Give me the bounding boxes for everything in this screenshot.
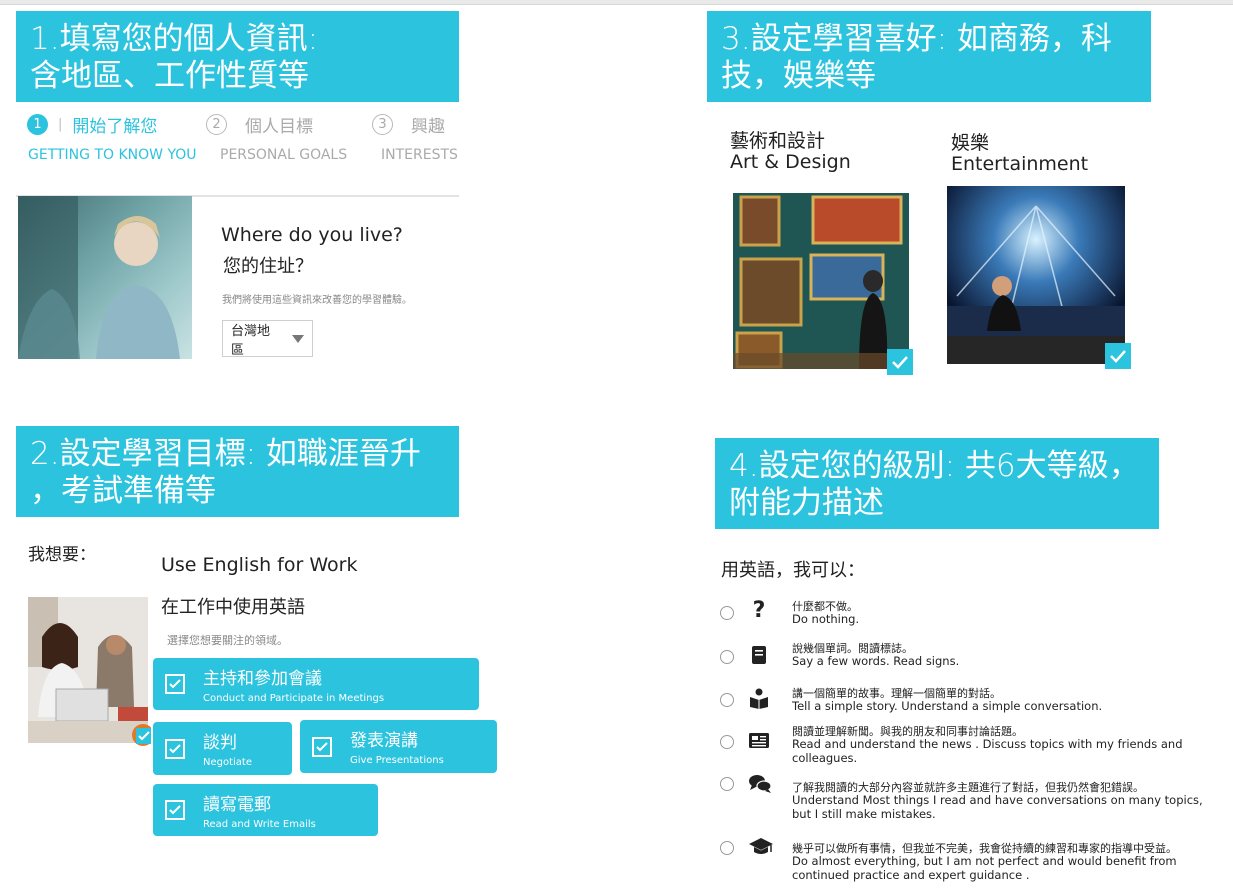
choose-note: 選擇您想要關注的領域。 [167,634,288,647]
level-6-en: Do almost everything, but I am not perfe… [792,854,1177,882]
tag-negotiate-en: Negotiate [203,757,252,768]
step-2-sub: PERSONAL GOALS [220,147,348,163]
level-option-6[interactable]: 幾乎可以做所有事情，但我並不完美，我會從持續的練習和專家的指導中受益。 Do a… [720,838,1220,888]
card-ent-zh: 娛樂 [951,132,990,154]
tag-presentations-en: Give Presentations [350,755,444,766]
level-3-en: Tell a simple story. Understand a simple… [792,699,1103,713]
panel1-banner: 1.填寫您的個人資訊: 含地區、工作性質等 [16,11,459,102]
tag-negotiate-zh: 談判 [203,733,237,753]
tag-emails[interactable]: 讀寫電郵 Read and Write Emails [151,782,380,838]
step-1-sub: GETTING TO KNOW YOU [28,147,197,163]
step-3-number: 3 [372,114,393,135]
level-1-en: Do nothing. [792,612,860,626]
level-intro: 用英語，我可以： [721,560,865,581]
question-icon: ? [752,598,766,623]
level-5-radio[interactable] [720,777,734,791]
question-zh: 您的住址？ [223,256,313,277]
tag-meetings[interactable]: 主持和參加會議 Conduct and Participate in Meeti… [151,656,481,712]
level-3-radio[interactable] [720,693,734,707]
level-2-radio[interactable] [720,650,734,664]
privacy-note: 我們將使用這些資訊來改善您的學習體驗。 [222,295,412,306]
region-select-value: 台灣地區 [231,323,271,358]
panel2-banner: 2.設定學習目標: 如職涯晉升 ，考試準備等 [16,426,459,517]
level-option-4[interactable]: 閱讀並理解新聞。與我的朋友和同事討論話題。 Read and understan… [720,723,1220,773]
art-design-card[interactable] [733,193,909,369]
entertainment-card-check-icon [1105,343,1131,369]
chat-icon [748,773,772,795]
goal-zh: 在工作中使用英語 [161,597,305,618]
work-photo [28,597,148,743]
tag-emails-zh: 讀寫電郵 [203,795,271,815]
step-divider: | [58,117,63,132]
meetings-checkbox-icon [165,674,185,694]
step-3-label: 興趣 [411,117,445,137]
photo-check-icon [136,728,152,744]
card-ent-en: Entertainment [951,153,1089,175]
panel4-banner: 4.設定您的級別: 共6大等級， 附能力描述 [715,438,1159,529]
tag-presentations[interactable]: 發表演講 Give Presentations [298,718,499,775]
level-2-en: Say a few words. Read signs. [792,654,960,668]
level-1-radio[interactable] [720,606,734,620]
panel3-banner: 3.設定學習喜好: 如商務，科 技，娛樂等 [707,11,1151,102]
reader-icon [748,687,770,709]
level-4-en: Read and understand the news . Discuss t… [792,737,1183,765]
profile-photo [18,196,192,359]
card-art-zh: 藝術和設計 [730,130,826,152]
newspaper-icon [748,730,770,752]
negotiate-checkbox-icon [165,738,185,759]
tag-emails-en: Read and Write Emails [203,819,316,830]
step-2-label: 個人目標 [245,117,313,137]
graduation-cap-icon [748,836,773,858]
tag-presentations-zh: 發表演講 [350,731,418,751]
tag-negotiate[interactable]: 談判 Negotiate [151,720,294,777]
step-1[interactable]: 1 | 開始了解您 [27,112,157,137]
art-card-check-icon [887,349,913,375]
level-5-en: Understand Most things I read and have c… [792,793,1203,821]
level-4-radio[interactable] [720,735,734,749]
card-art-en: Art & Design [730,151,851,173]
question-en: Where do you live? [221,224,403,246]
level-option-2[interactable]: 說幾個單詞。閱讀標誌。 Say a few words. Read signs. [720,640,1220,690]
presentations-checkbox-icon [312,736,332,757]
goal-en: Use English for Work [161,554,358,576]
step-3[interactable]: 3 興趣 [372,112,445,137]
step-1-number: 1 [27,114,48,135]
want-label: 我想要： [28,545,96,565]
step-2[interactable]: 2 個人目標 [206,112,313,137]
tag-meetings-zh: 主持和參加會議 [203,669,322,689]
entertainment-card[interactable] [947,186,1125,364]
level-option-5[interactable]: 了解我閱讀的大部分內容並就許多主題進行了對話，但我仍然會犯錯誤。 Underst… [720,775,1220,827]
step-3-sub: INTERESTS [381,147,458,163]
region-select[interactable]: 台灣地區 [222,320,313,358]
step-1-label: 開始了解您 [72,117,158,137]
step-2-number: 2 [206,114,227,135]
emails-checkbox-icon [165,800,185,820]
level-6-radio[interactable] [720,841,734,855]
book-icon [748,644,770,666]
top-border [0,0,1233,5]
chevron-down-icon [292,334,304,343]
tag-meetings-en: Conduct and Participate in Meetings [203,693,385,704]
